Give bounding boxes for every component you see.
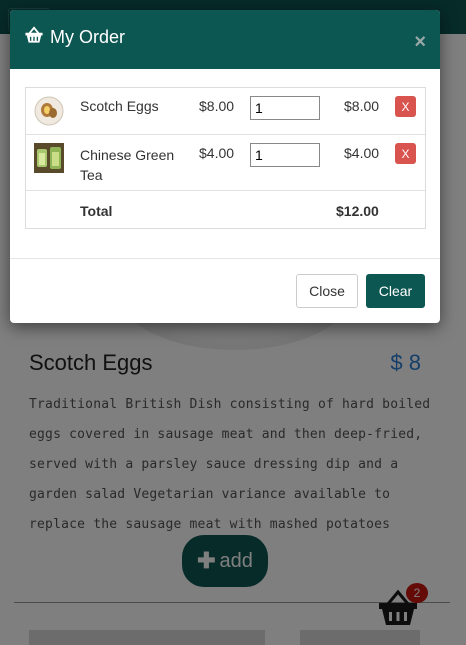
- quantity-input[interactable]: [250, 96, 320, 120]
- modal-title-text: My Order: [50, 27, 126, 47]
- remove-item-button[interactable]: X: [395, 96, 416, 117]
- scotch-eggs-thumbnail: [34, 96, 64, 126]
- order-modal: My Order × Scotch Eggs $8.00 $8.00 X: [10, 10, 440, 323]
- item-line-total: $4.00: [344, 145, 380, 161]
- basket-icon: [24, 26, 44, 49]
- modal-footer-divider: [10, 258, 440, 259]
- item-line-total: $8.00: [344, 98, 380, 114]
- total-row: Total $12.00: [26, 190, 425, 228]
- modal-header: My Order ×: [10, 10, 440, 69]
- close-button[interactable]: Close: [296, 274, 358, 308]
- item-name: Chinese Green Tea: [80, 147, 175, 183]
- green-tea-thumbnail: [34, 143, 64, 173]
- item-name: Scotch Eggs: [80, 98, 159, 114]
- total-label: Total: [80, 203, 113, 219]
- item-unit-price: $4.00: [199, 145, 235, 161]
- clear-button[interactable]: Clear: [366, 274, 425, 308]
- table-row: Scotch Eggs $8.00 $8.00 X: [26, 88, 425, 134]
- quantity-input[interactable]: [250, 143, 320, 167]
- close-icon[interactable]: ×: [414, 32, 426, 52]
- modal-title: My Order: [24, 26, 125, 49]
- item-unit-price: $8.00: [199, 98, 235, 114]
- remove-item-button[interactable]: X: [395, 143, 416, 164]
- total-value: $12.00: [336, 203, 379, 219]
- table-row: Chinese Green Tea $4.00 $4.00 X: [26, 134, 425, 191]
- order-table: Scotch Eggs $8.00 $8.00 X Chinese Green …: [25, 87, 426, 229]
